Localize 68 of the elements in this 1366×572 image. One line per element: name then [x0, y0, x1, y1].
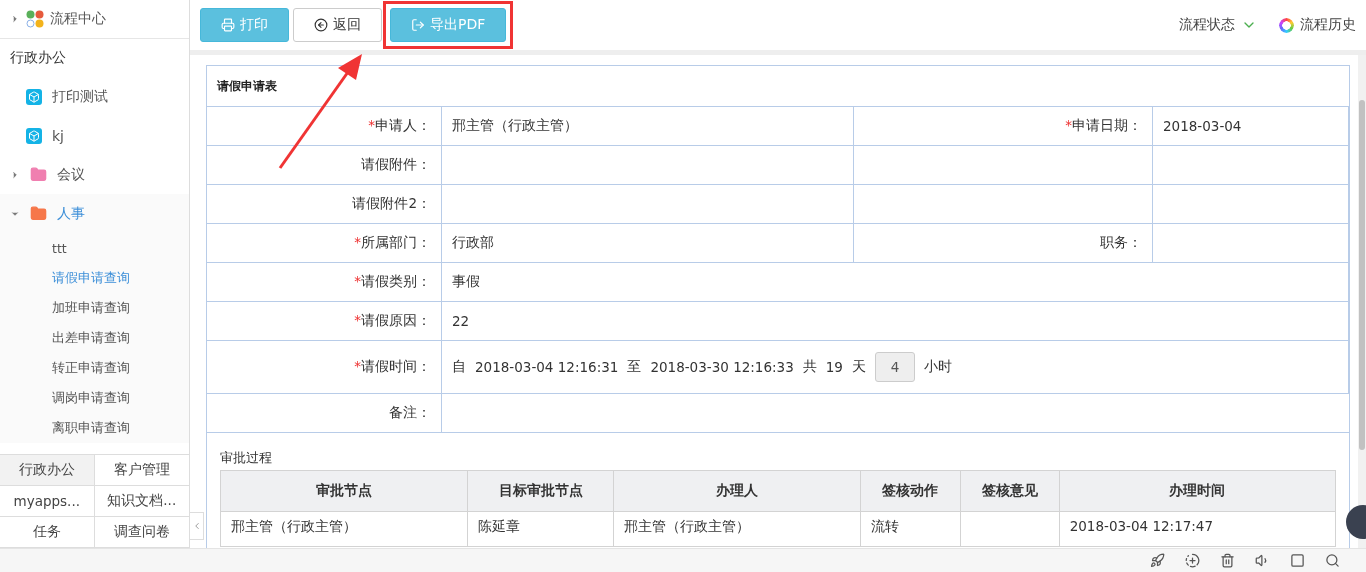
history-link[interactable]: 流程历史 — [1279, 16, 1356, 34]
trash-icon[interactable] — [1220, 553, 1235, 568]
sidebar-subitem[interactable]: 离职申请查询 — [0, 413, 189, 443]
sidebar-subitem[interactable]: 调岗申请查询 — [0, 383, 189, 413]
field-label: 请假附件： — [207, 146, 442, 185]
sidebar-item[interactable]: 流程中心 — [0, 0, 189, 39]
field-label: *申请人： — [207, 107, 442, 146]
text: 自 — [452, 358, 466, 376]
caret-icon — [10, 14, 20, 24]
field-label: 备注： — [207, 394, 442, 433]
field-value: 22 — [442, 302, 1349, 341]
sidebar-subitem[interactable]: ttt — [0, 233, 189, 263]
column-header: 办理人 — [613, 470, 861, 512]
field-label: *请假时间： — [207, 341, 442, 394]
field-label: 请假附件2： — [207, 185, 442, 224]
end-time: 2018-03-30 12:16:33 — [650, 359, 794, 375]
back-icon — [314, 18, 328, 32]
cube-icon — [26, 127, 42, 144]
collapse-handle[interactable] — [190, 512, 204, 540]
column-header: 签核动作 — [860, 470, 960, 512]
section-title: 行政办公 — [9, 48, 67, 67]
folder-icon — [30, 205, 47, 222]
table-cell: 邢主管（行政主管） — [220, 511, 468, 547]
column-header: 目标审批节点 — [467, 470, 614, 512]
folder-icon — [30, 166, 47, 183]
ring-icon — [1279, 17, 1294, 33]
table-cell: 流转 — [860, 511, 960, 547]
circle-plus-icon[interactable] — [1185, 553, 1200, 568]
caret-icon — [10, 169, 20, 180]
text: 共 — [802, 358, 817, 376]
section-title: 审批过程 — [219, 449, 273, 467]
column-header: 办理时间 — [1059, 470, 1336, 512]
field-value: 2018-03-04 — [1153, 107, 1349, 146]
text: 小时 — [923, 358, 952, 376]
text: 至 — [627, 358, 642, 376]
text: 天 — [851, 358, 866, 376]
module-tab[interactable]: myapps... — [0, 486, 95, 517]
field-label: *所属部门： — [207, 224, 442, 263]
start-time: 2018-03-04 12:16:31 — [475, 359, 619, 375]
field-value: 邢主管（行政主管） — [442, 107, 854, 146]
printer-icon — [221, 18, 235, 32]
hours-field[interactable]: 4 — [874, 352, 915, 382]
column-header: 审批节点 — [220, 470, 468, 512]
window-icon[interactable] — [1290, 553, 1305, 568]
field-label: 职务： — [854, 224, 1153, 263]
module-tab[interactable]: 任务 — [0, 517, 95, 548]
dots-icon — [26, 10, 44, 28]
table-cell: 陈延章 — [467, 511, 614, 547]
day-count: 19 — [825, 359, 843, 375]
export-icon — [411, 18, 425, 32]
field-label: *请假类别： — [207, 263, 442, 302]
scrollbar-thumb[interactable] — [1359, 100, 1365, 450]
back-button[interactable]: 返回 — [293, 8, 382, 42]
cube-icon — [26, 88, 42, 105]
module-tab[interactable]: 行政办公 — [0, 455, 95, 486]
sidebar-subitem[interactable]: 出差申请查询 — [0, 323, 189, 353]
field-value: 行政部 — [442, 224, 854, 263]
field-label: *请假原因： — [207, 302, 442, 341]
status-dropdown[interactable]: 流程状态 — [1179, 16, 1257, 34]
sidebar-subitem[interactable]: 加班申请查询 — [0, 293, 189, 323]
field-value: 事假 — [442, 263, 1349, 302]
column-header: 签核意见 — [960, 470, 1060, 512]
search-icon[interactable] — [1325, 553, 1340, 568]
table-cell: 2018-03-04 12:17:47 — [1059, 511, 1336, 547]
rocket-icon[interactable] — [1150, 553, 1165, 568]
sidebar-subitem[interactable]: 转正申请查询 — [0, 353, 189, 383]
table-cell: 邢主管（行政主管） — [613, 511, 861, 547]
field-label: *申请日期： — [854, 107, 1153, 146]
